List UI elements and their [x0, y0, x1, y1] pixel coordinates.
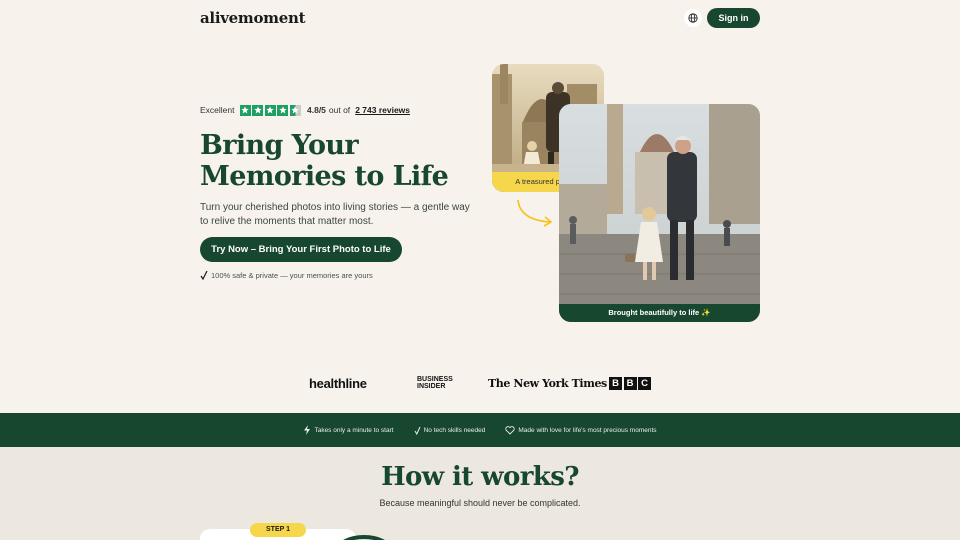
trustpilot-rating: Excellent 4.8/5 out of 2 743 reviews	[200, 104, 410, 116]
hero-title-line-2: Memories to Life	[200, 161, 449, 192]
bbc-letter: B	[623, 376, 637, 390]
safe-note: 100% safe & private — your memories are …	[200, 270, 373, 280]
animated-photo-label: Brought beautifully to life ✨	[559, 304, 760, 322]
feature-label: Made with love for life's most precious …	[518, 426, 657, 434]
star-icon	[264, 104, 276, 116]
business-insider-line-2: INSIDER	[417, 383, 446, 390]
site-header: alivemoment Sign in	[0, 0, 960, 36]
globe-icon	[688, 13, 698, 23]
rating-score: 4.8/5	[307, 105, 326, 115]
business-insider-line-1: BUSINESS	[417, 375, 453, 383]
bbc-letter: C	[638, 376, 651, 390]
how-it-works-title: How it works?	[381, 462, 579, 492]
feature-item: Made with love for life's most precious …	[505, 425, 657, 435]
feature-item: No tech skills needed	[414, 426, 486, 435]
rating-stars	[239, 104, 303, 116]
healthline-logo: healthline	[309, 375, 367, 391]
press-logos: healthline BUSINESS INSIDER The New York…	[0, 372, 960, 394]
nyt-logo: The New York Times	[488, 376, 607, 390]
lightning-icon	[304, 425, 311, 435]
feature-band: Takes only a minute to start No tech ski…	[0, 413, 960, 447]
feature-label: No tech skills needed	[423, 426, 486, 434]
rating-out-of: out of	[328, 105, 351, 115]
animated-photo: Brought beautifully to life ✨	[559, 104, 760, 322]
rating-label: Excellent	[200, 105, 235, 115]
site-logo[interactable]: alivemoment	[200, 9, 306, 27]
bbc-letter: B	[609, 376, 622, 390]
language-button[interactable]	[684, 9, 702, 27]
reviews-link[interactable]: 2 743 reviews	[355, 105, 410, 115]
how-it-works-subtitle: Because meaningful should never be compl…	[379, 498, 581, 508]
try-now-button[interactable]: Try Now – Bring Your First Photo to Life	[200, 237, 402, 262]
animated-photo-image	[559, 104, 760, 322]
sign-in-button[interactable]: Sign in	[707, 8, 760, 28]
step-badge: STEP 1	[250, 523, 306, 537]
star-icon	[252, 104, 263, 116]
curved-arrow-icon	[517, 199, 553, 227]
bbc-logo: B B C	[609, 372, 653, 394]
half-star-icon	[289, 104, 301, 116]
star-icon	[239, 104, 251, 116]
hero-title-line-1: Bring Your	[200, 130, 359, 161]
feature-label: Takes only a minute to start	[314, 426, 394, 434]
check-icon	[200, 270, 208, 280]
hero-title: Bring Your Memories to Life	[200, 130, 490, 192]
safe-note-text: 100% safe & private — your memories are …	[211, 270, 373, 280]
hero-subtitle: Turn your cherished photos into living s…	[200, 202, 470, 227]
check-icon	[414, 426, 421, 435]
star-icon	[277, 104, 288, 116]
business-insider-logo: BUSINESS INSIDER	[417, 372, 453, 394]
how-it-works-section: How it works? Because meaningful should …	[0, 447, 960, 540]
heart-icon	[505, 425, 516, 435]
feature-item: Takes only a minute to start	[303, 425, 394, 435]
